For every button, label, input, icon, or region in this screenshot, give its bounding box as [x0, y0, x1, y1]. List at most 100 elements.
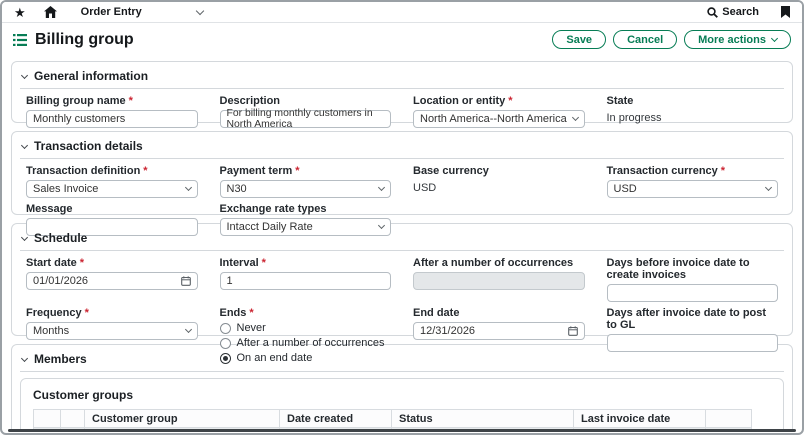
field-label: Days after invoice date to post to GL	[607, 307, 779, 331]
chevron-down-icon	[378, 222, 385, 229]
chevron-down-icon	[195, 6, 203, 14]
field-label: Transaction definition	[26, 165, 198, 177]
status-column-header: Status	[392, 410, 574, 428]
radio-label: After a number of occurrences	[237, 337, 385, 349]
transaction-currency-select[interactable]: USD	[607, 180, 779, 198]
chevron-down-icon	[571, 114, 578, 121]
radio-icon	[220, 338, 231, 349]
section-title: Transaction details	[34, 139, 143, 153]
table-header-row: Customer group Date created Status Last …	[34, 410, 752, 428]
more-actions-button[interactable]: More actions	[684, 30, 791, 49]
calendar-icon[interactable]	[568, 326, 578, 336]
location-field: Location or entity North America--North …	[413, 95, 585, 128]
exchange-rate-types-value: Intacct Daily Rate	[227, 221, 313, 233]
field-label: Days before invoice date to create invoi…	[607, 257, 779, 281]
state-field: State In progress	[607, 95, 779, 128]
transaction-definition-value: Sales Invoice	[33, 183, 98, 195]
drag-column-header	[34, 410, 61, 428]
radio-label: On an end date	[237, 352, 313, 364]
required-marker	[77, 257, 84, 269]
required-marker	[505, 95, 512, 107]
favorite-star-icon[interactable]: ★	[14, 6, 26, 19]
frequency-select[interactable]: Months	[26, 322, 198, 340]
occurrences-field: After a number of occurrences	[413, 257, 585, 302]
global-search[interactable]: Search	[707, 6, 759, 18]
description-input[interactable]: For billing monthly customers in North A…	[220, 110, 392, 128]
search-icon	[707, 7, 718, 18]
required-marker	[718, 165, 725, 177]
start-date-input[interactable]: 01/01/2026	[26, 272, 198, 290]
start-date-field: Start date 01/01/2026	[26, 257, 198, 302]
section-title: Schedule	[34, 231, 87, 245]
transaction-definition-select[interactable]: Sales Invoice	[26, 180, 198, 198]
exchange-rate-types-select[interactable]: Intacct Daily Rate	[220, 218, 392, 236]
chevron-down-icon	[771, 35, 778, 42]
cancel-button[interactable]: Cancel	[613, 30, 677, 49]
ends-option-end-date[interactable]: On an end date	[220, 352, 392, 364]
field-label: Start date	[26, 257, 198, 269]
general-information-header[interactable]: General information	[20, 66, 784, 89]
field-label: Message	[26, 203, 198, 215]
required-marker	[259, 257, 266, 269]
ends-option-occurrences[interactable]: After a number of occurrences	[220, 337, 392, 349]
end-date-input[interactable]: 12/31/2026	[413, 322, 585, 340]
home-icon[interactable]	[44, 6, 57, 18]
transaction-definition-field: Transaction definition Sales Invoice	[26, 165, 198, 198]
base-currency-value: USD	[413, 180, 585, 194]
field-label: Description	[220, 95, 392, 107]
field-label: Billing group name	[26, 95, 198, 107]
last-invoice-date-column-header: Last invoice date	[574, 410, 706, 428]
field-label: Location or entity	[413, 95, 585, 107]
interval-field: Interval 1	[220, 257, 392, 302]
section-title: Members	[34, 352, 87, 366]
page-title: Billing group	[35, 31, 134, 49]
chevron-down-icon	[21, 141, 28, 148]
days-after-field: Days after invoice date to post to GL	[607, 307, 779, 367]
end-date-value: 12/31/2026	[420, 325, 475, 337]
payment-term-value: N30	[227, 183, 247, 195]
base-currency-field: Base currency USD	[413, 165, 585, 198]
field-label: Base currency	[413, 165, 585, 177]
general-information-section: General information Billing group name M…	[11, 61, 793, 123]
ends-option-never[interactable]: Never	[220, 322, 392, 334]
location-select-value: North America--North America	[420, 113, 567, 125]
row-number-column-header	[61, 410, 85, 428]
more-actions-label: More actions	[698, 34, 766, 46]
schedule-section: Schedule Start date 01/01/2026 Interval …	[11, 223, 793, 336]
radio-icon	[220, 323, 231, 334]
days-after-input[interactable]	[607, 334, 779, 352]
field-label: Frequency	[26, 307, 198, 319]
list-icon	[13, 34, 27, 46]
interval-input[interactable]: 1	[220, 272, 392, 290]
field-label: Transaction currency	[607, 165, 779, 177]
required-marker	[126, 95, 133, 107]
days-before-input[interactable]	[607, 284, 779, 302]
transaction-currency-field: Transaction currency USD	[607, 165, 779, 198]
save-button[interactable]: Save	[552, 30, 606, 49]
transaction-details-section: Transaction details Transaction definiti…	[11, 131, 793, 215]
chevron-down-icon	[378, 184, 385, 191]
field-label: End date	[413, 307, 585, 319]
required-marker	[292, 165, 299, 177]
radio-label: Never	[237, 322, 266, 334]
customer-groups-table: Customer group Date created Status Last …	[33, 409, 752, 430]
calendar-icon[interactable]	[181, 276, 191, 286]
field-label: After a number of occurrences	[413, 257, 585, 269]
start-date-value: 01/01/2026	[33, 275, 88, 287]
bookmark-icon[interactable]	[781, 6, 790, 18]
billing-group-name-input[interactable]: Monthly customers	[26, 110, 198, 128]
transaction-details-header[interactable]: Transaction details	[20, 136, 784, 159]
field-label: Exchange rate types	[220, 203, 392, 215]
frequency-value: Months	[33, 325, 69, 337]
top-navigation-bar: ★ Order Entry Search	[2, 2, 802, 23]
module-selector[interactable]: Order Entry	[81, 6, 203, 18]
chevron-down-icon	[184, 326, 191, 333]
billing-group-name-field: Billing group name Monthly customers	[26, 95, 198, 128]
field-label: Interval	[220, 257, 392, 269]
exchange-rate-types-field: Exchange rate types Intacct Daily Rate	[220, 203, 392, 236]
section-title: General information	[34, 69, 148, 83]
field-label: Payment term	[220, 165, 392, 177]
location-select[interactable]: North America--North America	[413, 110, 585, 128]
payment-term-field: Payment term N30	[220, 165, 392, 198]
payment-term-select[interactable]: N30	[220, 180, 392, 198]
